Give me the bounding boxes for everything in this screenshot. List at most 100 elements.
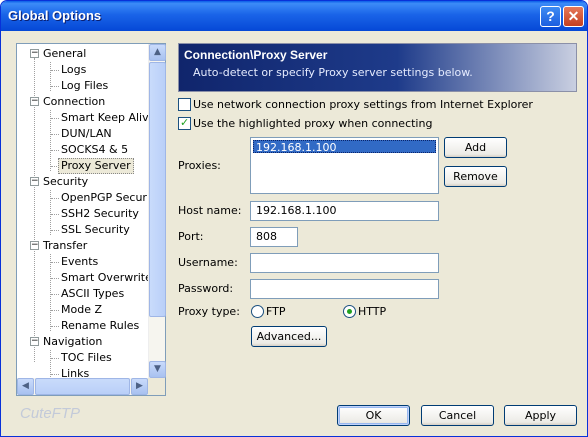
scroll-thumb[interactable] xyxy=(149,62,166,317)
proxy-type-http-label[interactable]: HTTP xyxy=(358,305,386,319)
use-ie-proxy-checkbox[interactable] xyxy=(178,98,191,111)
tree-node-ssl-security[interactable]: SSL Security xyxy=(17,222,163,238)
tree-line xyxy=(51,150,59,151)
tree-line xyxy=(51,70,59,71)
tree-node-toc-files[interactable]: TOC Files xyxy=(17,350,163,366)
section-header: Connection\Proxy Server Auto-detect or s… xyxy=(178,43,577,92)
scroll-up-icon[interactable]: ▲ xyxy=(149,44,166,61)
proxy-type-ftp-label[interactable]: FTP xyxy=(266,305,286,319)
global-options-dialog: Global Options ? ✕ − General Logs Log Fi… xyxy=(0,0,588,437)
port-label: Port: xyxy=(178,230,204,243)
radio-selected-icon xyxy=(347,309,352,314)
tree-line xyxy=(51,214,59,215)
tree-line xyxy=(51,262,59,263)
use-highlighted-proxy-checkbox[interactable]: ✓ xyxy=(178,116,191,130)
tree-label: Smart Overwrite xyxy=(61,271,152,284)
tree-line xyxy=(51,278,59,279)
tree-node-dun-lan[interactable]: DUN/LAN xyxy=(17,126,163,142)
collapse-icon[interactable]: − xyxy=(30,49,39,58)
window-title: Global Options xyxy=(8,8,102,23)
proxy-type-http-radio[interactable] xyxy=(343,305,356,318)
tree-line xyxy=(51,374,59,375)
add-proxy-button[interactable]: Add xyxy=(444,137,507,158)
scroll-right-icon[interactable]: ▶ xyxy=(131,378,148,395)
tree-label-selected: Proxy Server xyxy=(58,158,134,174)
tree-node-smart-overwrite[interactable]: Smart Overwrite xyxy=(17,270,163,286)
tree-node-proxy-server[interactable]: Proxy Server xyxy=(17,158,163,174)
collapse-icon[interactable]: − xyxy=(30,177,39,186)
section-subtitle: Auto-detect or specify Proxy server sett… xyxy=(193,66,473,79)
tree-node-socks[interactable]: SOCKS4 & 5 xyxy=(17,142,163,158)
host-name-field[interactable]: 192.168.1.100 xyxy=(250,201,439,221)
help-button[interactable]: ? xyxy=(540,6,561,27)
tree-vertical-scrollbar[interactable]: ▲ ▼ xyxy=(148,44,166,378)
username-label: Username: xyxy=(178,256,238,269)
section-title: Connection\Proxy Server xyxy=(184,48,328,62)
tree-label: Logs xyxy=(61,63,87,76)
tree-line xyxy=(51,86,59,87)
tree-node-smart-keep-alive[interactable]: Smart Keep Alive xyxy=(17,110,163,126)
tree-line xyxy=(51,294,59,295)
host-name-label: Host name: xyxy=(178,204,242,217)
apply-button[interactable]: Apply xyxy=(504,405,577,426)
tree-label: SOCKS4 & 5 xyxy=(61,143,129,156)
scroll-thumb[interactable] xyxy=(35,378,130,395)
tree-node-openpgp-security[interactable]: OpenPGP Security xyxy=(17,190,163,206)
scroll-left-icon[interactable]: ◀ xyxy=(17,378,34,395)
tree-line xyxy=(51,358,59,359)
scroll-down-icon[interactable]: ▼ xyxy=(149,361,166,378)
tree-line xyxy=(51,118,59,119)
tree-node-log-files[interactable]: Log Files xyxy=(17,78,163,94)
proxies-label: Proxies: xyxy=(178,159,221,172)
tree-line xyxy=(51,230,59,231)
proxy-type-label: Proxy type: xyxy=(178,305,240,318)
tree-node-ascii-types[interactable]: ASCII Types xyxy=(17,286,163,302)
tree-node-general[interactable]: − General xyxy=(17,46,163,62)
tree-node-logs[interactable]: Logs xyxy=(17,62,163,78)
close-button[interactable]: ✕ xyxy=(563,6,584,27)
tree-label: Rename Rules xyxy=(61,319,140,332)
tree-label: SSH2 Security xyxy=(61,207,139,220)
collapse-icon[interactable]: − xyxy=(30,97,39,106)
tree-node-ssh2-security[interactable]: SSH2 Security xyxy=(17,206,163,222)
tree-line xyxy=(51,310,59,311)
tree-node-security[interactable]: − Security xyxy=(17,174,163,190)
ok-button[interactable]: OK xyxy=(337,405,410,426)
proxies-listbox[interactable]: 192.168.1.100 xyxy=(250,137,439,194)
collapse-icon[interactable]: − xyxy=(30,241,39,250)
title-bar[interactable]: Global Options ? ✕ xyxy=(1,1,587,31)
options-tree: − General Logs Log Files − Connection Sm… xyxy=(16,43,166,396)
port-field[interactable]: 808 xyxy=(250,227,298,247)
tree-label: TOC Files xyxy=(61,351,112,364)
password-label: Password: xyxy=(178,282,234,295)
tree-node-transfer[interactable]: − Transfer xyxy=(17,238,163,254)
tree-label: Transfer xyxy=(43,239,88,252)
scrollbar-corner xyxy=(148,378,165,395)
cuteftp-logo: CuteFTP xyxy=(20,405,81,422)
use-highlighted-proxy-label[interactable]: Use the highlighted proxy when connectin… xyxy=(193,117,432,131)
tree-label: Security xyxy=(43,175,89,188)
checkmark-icon: ✓ xyxy=(180,116,190,129)
tree-node-events[interactable]: Events xyxy=(17,254,163,270)
remove-proxy-button[interactable]: Remove xyxy=(444,166,507,187)
advanced-button[interactable]: Advanced... xyxy=(251,326,327,347)
collapse-icon[interactable]: − xyxy=(30,337,39,346)
tree-label: Events xyxy=(61,255,99,268)
tree-horizontal-scrollbar[interactable]: ◀ ▶ xyxy=(17,378,148,395)
password-field[interactable] xyxy=(250,279,439,299)
tree-node-navigation[interactable]: − Navigation xyxy=(17,334,163,350)
tree-label: SSL Security xyxy=(61,223,130,236)
tree-node-rename-rules[interactable]: Rename Rules xyxy=(17,318,163,334)
proxy-list-item[interactable]: 192.168.1.100 xyxy=(253,140,436,154)
tree-label: Navigation xyxy=(43,335,103,348)
username-field[interactable] xyxy=(250,253,439,273)
use-ie-proxy-label[interactable]: Use network connection proxy settings fr… xyxy=(193,98,533,112)
tree-node-connection[interactable]: − Connection xyxy=(17,94,163,110)
tree-node-mode-z[interactable]: Mode Z xyxy=(17,302,163,318)
tree-line xyxy=(51,326,59,327)
tree-label: Log Files xyxy=(61,79,109,92)
tree-label: General xyxy=(43,47,87,60)
tree-label: Smart Keep Alive xyxy=(61,111,156,124)
cancel-button[interactable]: Cancel xyxy=(421,405,494,426)
proxy-type-ftp-radio[interactable] xyxy=(251,305,264,318)
